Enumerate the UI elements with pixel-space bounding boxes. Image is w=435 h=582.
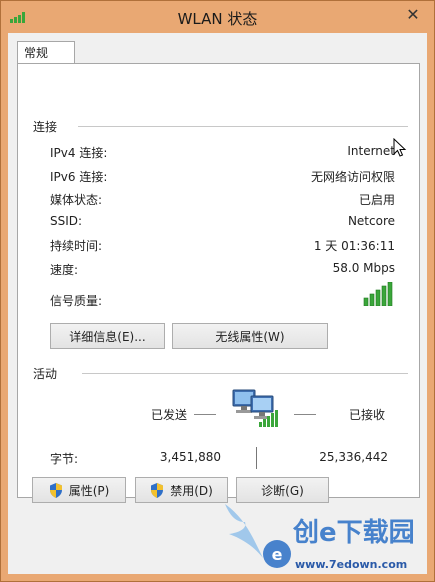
received-connector-line (294, 414, 316, 415)
properties-button-label: 属性(P) (68, 483, 110, 498)
uac-shield-icon (151, 482, 164, 498)
wireless-properties-label: 无线属性(W) (215, 329, 285, 344)
media-state-label: 媒体状态: (50, 193, 103, 207)
received-label: 已接收 (349, 408, 386, 422)
speed-value: 58.0 Mbps (332, 261, 395, 275)
ssid-value: Netcore (347, 214, 395, 228)
connection-heading: 连接 (33, 118, 62, 135)
watermark-logo: e 创e下载园 www.7edown.com (215, 498, 435, 582)
ssid-label: SSID: (50, 214, 83, 228)
close-icon: ✕ (406, 5, 420, 24)
diagnose-button-label: 诊断(G) (261, 483, 304, 498)
speed-label: 速度: (50, 263, 79, 277)
ipv6-label: IPv6 连接: (50, 170, 108, 184)
close-button[interactable]: ✕ (402, 5, 424, 25)
wireless-properties-button[interactable]: 无线属性(W) (172, 323, 328, 349)
connection-divider (78, 126, 408, 127)
sent-connector-line (194, 414, 216, 415)
general-tab-panel: 连接 IPv4 连接: Internet IPv6 连接: 无网络访问权限 媒体… (17, 63, 420, 498)
signal-strength-icon (363, 282, 393, 306)
ipv4-label: IPv4 连接: (50, 146, 108, 160)
properties-button[interactable]: 属性(P) (32, 477, 126, 503)
details-button[interactable]: 详细信息(E)... (50, 323, 165, 349)
tab-general[interactable]: 常规 (17, 41, 75, 63)
bytes-sent-value: 3,451,880 (159, 450, 221, 464)
bytes-label: 字节: (50, 452, 79, 466)
duration-label: 持续时间: (50, 239, 103, 253)
watermark-text: 创e下载园 (293, 518, 415, 548)
wlan-status-window: WLAN 状态 ✕ 常规 连接 IPv4 连接: Internet IPv6 连… (0, 0, 435, 582)
details-button-label: 详细信息(E)... (69, 329, 146, 344)
uac-shield-icon (49, 482, 62, 498)
media-state-value: 已启用 (358, 193, 395, 207)
bytes-received-value: 25,336,442 (319, 450, 388, 464)
signal-quality-label: 信号质量: (50, 294, 103, 308)
mouse-cursor-icon (393, 138, 407, 157)
disable-button-label: 禁用(D) (170, 483, 213, 498)
dialog-client-area: 常规 连接 IPv4 连接: Internet IPv6 连接: 无网络访问权限… (8, 33, 427, 574)
activity-heading: 活动 (33, 365, 62, 382)
ipv6-value: 无网络访问权限 (310, 170, 395, 184)
title-bar[interactable]: WLAN 状态 ✕ (1, 1, 434, 33)
watermark-url: www.7edown.com (295, 558, 408, 571)
sent-label: 已发送 (151, 408, 188, 422)
network-computers-icon (232, 389, 278, 427)
window-title: WLAN 状态 (177, 10, 258, 28)
bytes-divider (256, 447, 257, 469)
activity-divider (82, 373, 408, 374)
svg-text:e: e (272, 545, 283, 564)
duration-value: 1 天 01:36:11 (313, 239, 395, 253)
ipv4-value: Internet (347, 144, 395, 158)
